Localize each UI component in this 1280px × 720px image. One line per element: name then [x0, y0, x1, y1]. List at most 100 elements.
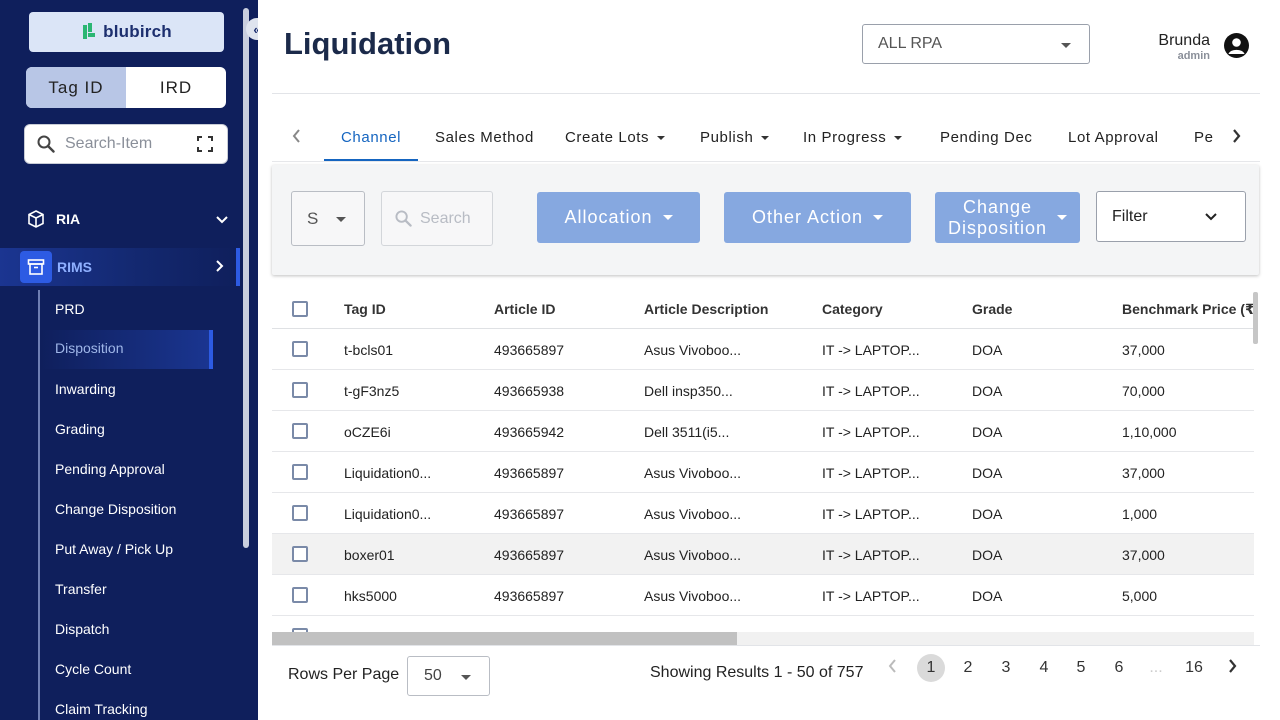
- page-button-1[interactable]: 1: [917, 654, 945, 682]
- caret-down-icon: [1061, 43, 1071, 48]
- col-benchmark-price[interactable]: Benchmark Price (₹: [1122, 301, 1254, 318]
- chevron-right-icon[interactable]: [1228, 127, 1247, 148]
- page-button-4[interactable]: 4: [1030, 654, 1058, 682]
- cell-article-id: 493665938: [494, 383, 565, 399]
- sidebar-item-inwarding[interactable]: Inwarding: [55, 379, 116, 399]
- logo-text: blubirch: [103, 22, 172, 41]
- caret-down-icon: [461, 675, 471, 680]
- toggle-tag-id[interactable]: Tag ID: [26, 67, 126, 108]
- rows-per-page-label: Rows Per Page: [288, 666, 400, 683]
- sidebar-item-claim-tracking[interactable]: Claim Tracking: [55, 699, 148, 719]
- chevron-left-icon[interactable]: [292, 127, 301, 148]
- sidebar-search-input[interactable]: Search-Item: [24, 124, 228, 164]
- tab-channel[interactable]: Channel: [341, 129, 401, 146]
- page-title: Liquidation: [284, 26, 452, 61]
- tab-label: Publish: [700, 129, 754, 146]
- search-type-select[interactable]: S: [291, 191, 365, 246]
- cell-benchmark-price: 1,000: [1122, 506, 1158, 522]
- cell-category: IT -> LAPTOP...: [822, 465, 920, 481]
- filter-label: Filter: [1112, 207, 1148, 225]
- prev-page-icon[interactable]: [888, 658, 897, 678]
- tab-pending-dec[interactable]: Pending Dec: [940, 129, 1033, 146]
- button-label: Other Action: [751, 207, 864, 227]
- tab-in-progress[interactable]: In Progress: [803, 129, 903, 146]
- user-avatar-icon[interactable]: [1224, 33, 1249, 58]
- col-tag-id[interactable]: Tag ID: [344, 301, 386, 317]
- sidebar-item-grading[interactable]: Grading: [55, 419, 105, 439]
- tab-publish[interactable]: Publish: [700, 129, 770, 146]
- toggle-ird[interactable]: IRD: [126, 67, 226, 108]
- sidebar-group-ria[interactable]: RIA: [0, 199, 240, 239]
- fullscreen-icon[interactable]: [197, 136, 213, 152]
- button-label: Allocation: [564, 207, 653, 227]
- sidebar-group-rims[interactable]: RIMS: [0, 248, 240, 286]
- col-category[interactable]: Category: [822, 301, 883, 317]
- table-vertical-scrollbar[interactable]: [1253, 292, 1258, 344]
- cell-benchmark-price: 37,000: [1122, 342, 1165, 358]
- sidebar-item-pending-approval[interactable]: Pending Approval: [55, 459, 165, 479]
- change-disposition-button[interactable]: Change Disposition: [935, 192, 1080, 243]
- rows-per-page-select[interactable]: 50: [407, 656, 490, 696]
- search-type-value: S: [307, 208, 319, 228]
- sidebar-search-placeholder: Search-Item: [65, 135, 153, 152]
- sidebar-scrollbar[interactable]: [243, 8, 249, 548]
- sidebar-item-change-disposition[interactable]: Change Disposition: [55, 499, 176, 519]
- col-article-id[interactable]: Article ID: [494, 301, 555, 317]
- table-row[interactable]: boxer01 493665897 Asus Vivoboo... IT -> LAP…: [272, 534, 1254, 575]
- row-checkbox[interactable]: [292, 341, 308, 357]
- cell-grade: DOA: [972, 342, 1003, 358]
- row-checkbox[interactable]: [292, 505, 308, 521]
- cell-article-description: Asus Vivoboo...: [644, 506, 742, 522]
- tab-create-lots[interactable]: Create Lots: [565, 129, 666, 146]
- caret-down-icon: [657, 136, 666, 141]
- col-grade[interactable]: Grade: [972, 301, 1012, 317]
- cell-tag-id: hks5000: [344, 588, 397, 604]
- table-row[interactable]: t-gF3nz5 493665938 Dell insp350... IT -> LA…: [272, 370, 1254, 411]
- page-button-6[interactable]: 6: [1105, 654, 1133, 682]
- search-placeholder: Search: [420, 209, 471, 227]
- sidebar-item-dispatch[interactable]: Dispatch: [55, 619, 109, 639]
- tab-sales-method[interactable]: Sales Method: [435, 129, 534, 146]
- tab-label: Create Lots: [565, 129, 650, 146]
- tab-lot-approval[interactable]: Lot Approval: [1068, 129, 1159, 146]
- sidebar-item-prd[interactable]: PRD: [55, 299, 85, 319]
- col-article-description[interactable]: Article Description: [644, 301, 768, 317]
- allocation-button[interactable]: Allocation: [537, 192, 700, 243]
- table-row[interactable]: hks5000 493665897 Asus Vivoboo... IT -> LAP…: [272, 575, 1254, 616]
- table-header: Tag ID Article ID Article Description Ca…: [272, 289, 1254, 329]
- table-row[interactable]: t-bcls01 493665897 Asus Vivoboo... IT -> LA…: [272, 329, 1254, 370]
- page-button-2[interactable]: 2: [954, 654, 982, 682]
- brand-logo[interactable]: blubirch: [29, 12, 224, 52]
- select-all-checkbox[interactable]: [292, 301, 308, 317]
- row-checkbox[interactable]: [292, 464, 308, 480]
- page-button-16[interactable]: 16: [1180, 654, 1208, 682]
- cell-tag-id: oCZE6i: [344, 424, 391, 440]
- other-action-button[interactable]: Other Action: [724, 192, 911, 243]
- page-button-5[interactable]: 5: [1067, 654, 1095, 682]
- row-checkbox[interactable]: [292, 546, 308, 562]
- next-page-icon[interactable]: [1228, 658, 1237, 678]
- table-horizontal-scrollbar[interactable]: [272, 632, 737, 645]
- sidebar-item-cycle-count[interactable]: Cycle Count: [55, 659, 131, 679]
- table-row[interactable]: oCZE6i 493665942 Dell 3511(i5... IT -> LAPT…: [272, 411, 1254, 452]
- row-checkbox[interactable]: [292, 382, 308, 398]
- filter-dropdown[interactable]: Filter: [1096, 191, 1246, 242]
- table-row[interactable]: Liquidation0... 493665897 Asus Vivoboo... I…: [272, 452, 1254, 493]
- sidebar-group-label: RIA: [56, 211, 81, 227]
- caret-down-icon: [1057, 215, 1068, 220]
- row-checkbox[interactable]: [292, 423, 308, 439]
- tab-overflow[interactable]: Pe: [1194, 129, 1214, 146]
- search-input[interactable]: Search: [381, 191, 493, 246]
- rpa-select[interactable]: ALL RPA: [862, 24, 1090, 64]
- table-row[interactable]: Liquidation0... 493665897 Asus Vivoboo... I…: [272, 493, 1254, 534]
- cell-article-description: Asus Vivoboo...: [644, 342, 742, 358]
- row-checkbox[interactable]: [292, 587, 308, 603]
- table-row[interactable]: [272, 616, 1254, 632]
- page-button-3[interactable]: 3: [992, 654, 1020, 682]
- sidebar-item-put-away[interactable]: Put Away / Pick Up: [55, 539, 173, 559]
- cell-category: IT -> LAPTOP...: [822, 424, 920, 440]
- cell-category: IT -> LAPTOP...: [822, 588, 920, 604]
- sidebar-item-disposition[interactable]: Disposition: [41, 330, 213, 369]
- sidebar-item-transfer[interactable]: Transfer: [55, 579, 107, 599]
- cell-benchmark-price: 70,000: [1122, 383, 1165, 399]
